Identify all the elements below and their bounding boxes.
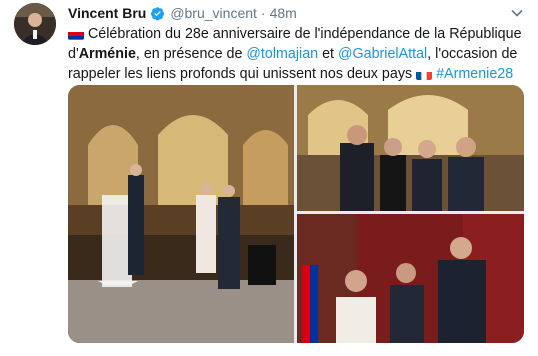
text-part-2: , en présence de	[135, 46, 247, 62]
verified-badge-icon	[151, 6, 165, 20]
photo-group-portrait[interactable]	[297, 85, 524, 211]
separator-dot: ·	[260, 5, 266, 21]
text-part-3: et	[318, 46, 338, 62]
author-handle[interactable]: @bru_vincent	[170, 5, 257, 21]
tweet-text: Célébration du 28e anniversaire de l'ind…	[68, 24, 523, 84]
timestamp[interactable]: 48m	[270, 5, 297, 21]
photo-reception-speech[interactable]	[68, 85, 294, 343]
avatar[interactable]	[14, 3, 56, 45]
hashtag-armenie28[interactable]: #Armenie28	[436, 66, 513, 82]
media-grid	[68, 85, 524, 343]
armenia-flag-icon	[68, 29, 84, 40]
mention-tolmajian[interactable]: @tolmajian	[246, 46, 318, 62]
france-flag-icon	[416, 69, 433, 80]
photo-conversation[interactable]	[297, 214, 524, 343]
tweet-header: Vincent Bru @bru_vincent · 48m	[68, 4, 297, 22]
mention-gabrielattal[interactable]: @GabrielAttal	[338, 46, 427, 62]
tweet-card[interactable]: Vincent Bru @bru_vincent · 48m Célébrati…	[0, 0, 538, 356]
author-name[interactable]: Vincent Bru	[68, 5, 146, 21]
text-bold-armenie: Arménie	[78, 46, 136, 62]
chevron-down-icon[interactable]	[510, 6, 524, 20]
